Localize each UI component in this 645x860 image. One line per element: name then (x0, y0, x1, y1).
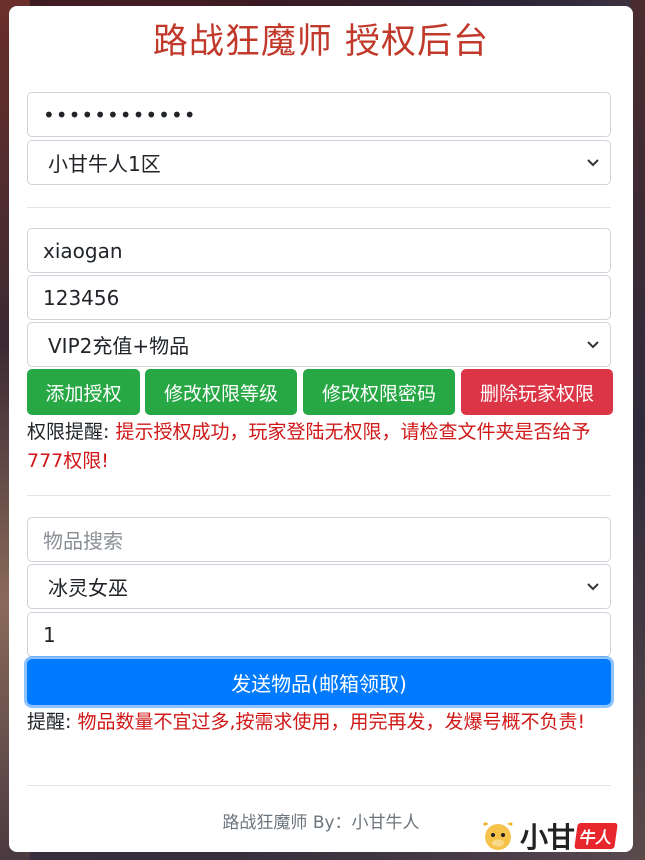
item-select[interactable]: 冰灵女巫 (27, 564, 611, 609)
divider (27, 785, 611, 786)
delete-permission-button[interactable]: 删除玩家权限 (461, 369, 613, 415)
admin-panel-card: 路战狂魔师 授权后台 •••••••••••• 小甘牛人1区 xiaogan 1… (9, 6, 633, 852)
player-password-value: 123456 (43, 285, 120, 310)
background-right (631, 0, 645, 860)
chevron-down-icon (587, 159, 599, 167)
server-select-value: 小甘牛人1区 (48, 152, 161, 176)
permission-notice-text: 提示授权成功，玩家登陆无权限，请检查文件夹是否给予777权限! (27, 421, 591, 472)
modify-password-button[interactable]: 修改权限密码 (303, 369, 455, 415)
permission-notice: 权限提醒: 提示授权成功，玩家登陆无权限，请检查文件夹是否给予777权限! (27, 418, 611, 476)
divider (27, 495, 611, 496)
server-select[interactable]: 小甘牛人1区 (27, 140, 611, 185)
item-quantity-value: 1 (43, 622, 56, 647)
watermark-logo: 小甘 牛人 (478, 812, 645, 860)
item-notice-text: 物品数量不宜过多,按需求使用，用完再发，发爆号概不负责! (77, 711, 586, 733)
admin-password-field[interactable]: •••••••••••• (27, 92, 611, 137)
player-password-field[interactable]: 123456 (27, 275, 611, 320)
permission-level-select[interactable]: VIP2充值+物品 (27, 322, 611, 367)
item-search-placeholder: 物品搜索 (43, 529, 123, 553)
watermark-tag: 牛人 (574, 823, 618, 849)
item-select-value: 冰灵女巫 (48, 576, 128, 600)
ox-mascot-icon (483, 822, 513, 850)
item-search-input[interactable]: 物品搜索 (27, 517, 611, 562)
permission-level-value: VIP2充值+物品 (48, 334, 190, 358)
add-auth-button[interactable]: 添加授权 (27, 369, 140, 415)
modify-level-button[interactable]: 修改权限等级 (145, 369, 297, 415)
divider (27, 207, 611, 208)
player-username-field[interactable]: xiaogan (27, 228, 611, 273)
item-quantity-field[interactable]: 1 (27, 612, 611, 657)
watermark-brand: 小甘 (520, 821, 575, 854)
chevron-down-icon (587, 341, 599, 349)
page-title: 路战狂魔师 授权后台 (152, 22, 490, 62)
send-item-button[interactable]: 发送物品(邮箱领取) (27, 659, 611, 705)
item-notice: 提醒: 物品数量不宜过多,按需求使用，用完再发，发爆号概不负责! (27, 708, 611, 737)
player-username-value: xiaogan (43, 238, 123, 263)
item-notice-label: 提醒: (27, 711, 72, 733)
permission-notice-label: 权限提醒: (27, 421, 110, 443)
admin-password-value: •••••••••••• (43, 102, 197, 127)
chevron-down-icon (587, 583, 599, 591)
